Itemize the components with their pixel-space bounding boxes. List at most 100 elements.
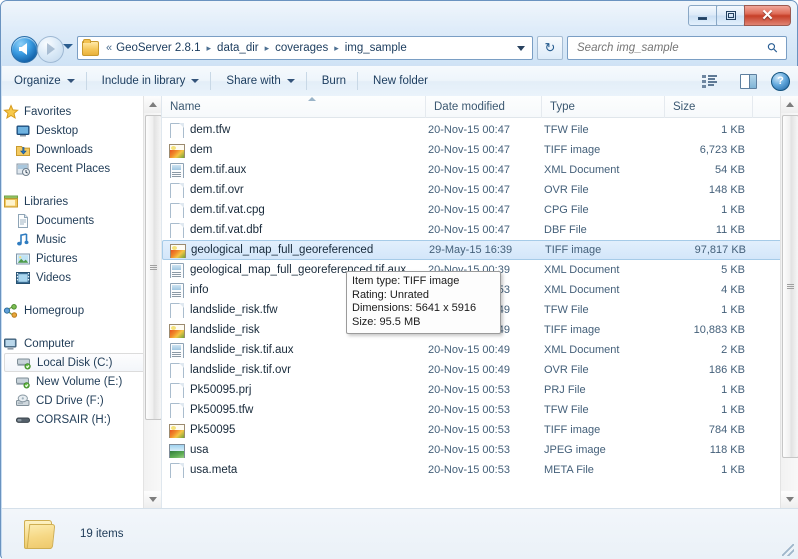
table-row[interactable]: Pk50095.prj 20-Nov-15 00:53 PRJ File 1 KB [162, 380, 798, 400]
include-in-library-button[interactable]: Include in library [94, 70, 208, 92]
file-size-cell: 186 KB [708, 364, 745, 376]
table-row[interactable]: Pk50095 20-Nov-15 00:53 TIFF image 784 KB [162, 420, 798, 440]
chevron-up-icon [785, 102, 794, 107]
refresh-icon: ↻ [544, 40, 556, 55]
breadcrumb-separator-1[interactable]: ▸ [261, 43, 274, 54]
recent-pages-icon[interactable] [63, 44, 73, 49]
table-row[interactable]: dem.tif.vat.dbf 20-Nov-15 00:47 DBF File 11… [162, 220, 798, 240]
table-row[interactable]: dem.tif.ovr 20-Nov-15 00:47 OVR File 148 KB [162, 180, 798, 200]
sidebar-group-favorites[interactable]: Favorites [2, 102, 161, 121]
preview-pane-icon[interactable] [740, 73, 757, 89]
refresh-button[interactable]: ↻ [537, 36, 563, 60]
table-row[interactable]: geological_map_full_georeferenced 29-May-… [162, 240, 798, 260]
scroll-up-button[interactable] [781, 96, 798, 113]
breadcrumb-overflow-icon[interactable]: « [102, 42, 114, 54]
file-name-label: landslide_risk.tfw [190, 304, 278, 316]
breadcrumb-separator-2[interactable]: ▸ [330, 43, 343, 54]
organize-button[interactable]: Organize [6, 70, 83, 92]
search-input[interactable] [575, 41, 769, 55]
table-row[interactable]: landslide_risk.tif.ovr 20-Nov-15 00:49 OVR… [162, 360, 798, 380]
file-type-cell: TIFF image [544, 424, 601, 436]
file-size-cell: 1 KB [721, 464, 745, 476]
column-header-size[interactable]: Size [665, 96, 753, 118]
forward-button[interactable] [37, 36, 64, 63]
sidebar-group-libraries-label: Libraries [24, 195, 69, 208]
sidebar-item-new-volume-e-label: New Volume (E:) [36, 375, 123, 388]
include-in-library-label: Include in library [101, 75, 186, 87]
breadcrumb-item-1[interactable]: data_dir [215, 39, 261, 57]
sidebar-item-videos[interactable]: Videos [2, 268, 161, 287]
help-icon[interactable]: ? [771, 71, 790, 91]
new-folder-button[interactable]: New folder [365, 70, 436, 92]
help-glyph: ? [777, 75, 784, 87]
table-row[interactable]: dem.tif.vat.cpg 20-Nov-15 00:47 CPG File 1 … [162, 200, 798, 220]
sidebar-item-desktop[interactable]: Desktop [2, 121, 161, 140]
sidebar-item-documents[interactable]: Documents [2, 211, 161, 230]
column-header-date-modified[interactable]: Date modified [426, 96, 542, 118]
table-row[interactable]: dem.tfw 20-Nov-15 00:47 TFW File 1 KB [162, 120, 798, 140]
scroll-down-button[interactable] [144, 491, 161, 508]
file-list-scrollbar[interactable] [780, 96, 798, 508]
breadcrumb-item-0[interactable]: GeoServer 2.8.1 [114, 39, 202, 57]
burn-label: Burn [321, 75, 347, 87]
command-bar: Organize Include in library Share with B… [2, 66, 798, 97]
sidebar-item-recent-places[interactable]: Recent Places [2, 159, 161, 178]
sidebar-group-computer-label: Computer [24, 337, 75, 350]
file-name-cell: usa [162, 442, 426, 458]
file-name-label: landslide_risk.tif.ovr [190, 364, 291, 376]
table-row[interactable]: landslide_risk.tif.aux 20-Nov-15 00:49 XML… [162, 340, 798, 360]
file-date-cell: 20-Nov-15 00:47 [428, 224, 510, 236]
table-row[interactable]: usa.meta 20-Nov-15 00:53 META File 1 KB [162, 460, 798, 480]
column-header-name-label: Name [170, 100, 201, 113]
breadcrumb-item-3[interactable]: img_sample [343, 39, 409, 57]
sidebar-item-corsair-h[interactable]: CORSAIR (H:) [2, 410, 161, 429]
table-row[interactable]: usa 20-Nov-15 00:53 JPEG image 118 KB [162, 440, 798, 460]
breadcrumb-separator-0[interactable]: ▸ [203, 43, 216, 54]
file-name-cell: dem.tif.ovr [162, 182, 426, 198]
breadcrumb-item-2[interactable]: coverages [273, 39, 330, 57]
scroll-down-button[interactable] [781, 491, 798, 508]
back-button[interactable] [11, 36, 38, 63]
burn-button[interactable]: Burn [314, 70, 354, 92]
scrollbar-thumb[interactable] [145, 115, 161, 420]
scrollbar-thumb[interactable] [782, 115, 798, 458]
column-header-name[interactable]: Name [162, 96, 426, 118]
close-button[interactable]: ✕ [744, 5, 791, 26]
close-icon: ✕ [761, 7, 774, 24]
xml-document-icon [168, 162, 184, 178]
sidebar-group-favorites-label: Favorites [24, 105, 72, 118]
sidebar-item-pictures[interactable]: Pictures [2, 249, 161, 268]
table-row[interactable]: Pk50095.tfw 20-Nov-15 00:53 TFW File 1 KB [162, 400, 798, 420]
table-row[interactable]: dem.tif.aux 20-Nov-15 00:47 XML Document 54… [162, 160, 798, 180]
sidebar-item-local-disk-c[interactable]: Local Disk (C:) [4, 353, 157, 372]
sidebar-item-music[interactable]: Music [2, 230, 161, 249]
sidebar-group-libraries[interactable]: Libraries [2, 192, 161, 211]
maximize-button[interactable] [716, 5, 745, 26]
resize-grip[interactable] [782, 544, 794, 556]
sidebar-item-new-volume-e[interactable]: New Volume (E:) [2, 372, 161, 391]
view-list-icon[interactable] [702, 74, 718, 88]
table-row[interactable]: dem 20-Nov-15 00:47 TIFF image 6,723 KB [162, 140, 798, 160]
share-with-button[interactable]: Share with [218, 70, 302, 92]
navigation-pane-scrollbar[interactable] [143, 96, 161, 508]
file-size-cell: 1 KB [721, 304, 745, 316]
scroll-up-button[interactable] [144, 96, 161, 113]
file-date-cell: 20-Nov-15 00:53 [428, 424, 510, 436]
file-type-cell: TIFF image [545, 244, 602, 256]
sidebar-group-computer[interactable]: Computer [2, 334, 161, 353]
sidebar-item-cd-drive-f[interactable]: CD Drive (F:) [2, 391, 161, 410]
address-bar[interactable]: « GeoServer 2.8.1 ▸ data_dir ▸ coverages… [77, 36, 533, 60]
tooltip-line-3: Size: 95.5 MB [352, 315, 421, 328]
minimize-button[interactable] [688, 5, 717, 26]
file-name-label: dem.tif.vat.dbf [190, 224, 263, 236]
xml-document-icon [168, 282, 184, 298]
column-header-type[interactable]: Type [542, 96, 665, 118]
sidebar-group-homegroup[interactable]: Homegroup [2, 301, 161, 320]
file-list-header: Name Date modified Type Size [162, 96, 798, 118]
tiff-image-icon [168, 322, 185, 338]
search-box[interactable]: ⚲ [567, 36, 787, 60]
chevron-down-icon[interactable] [517, 45, 525, 51]
sidebar-item-desktop-label: Desktop [36, 124, 79, 137]
sidebar-item-downloads[interactable]: Downloads [2, 140, 161, 159]
file-size-cell: 97,817 KB [694, 244, 746, 256]
